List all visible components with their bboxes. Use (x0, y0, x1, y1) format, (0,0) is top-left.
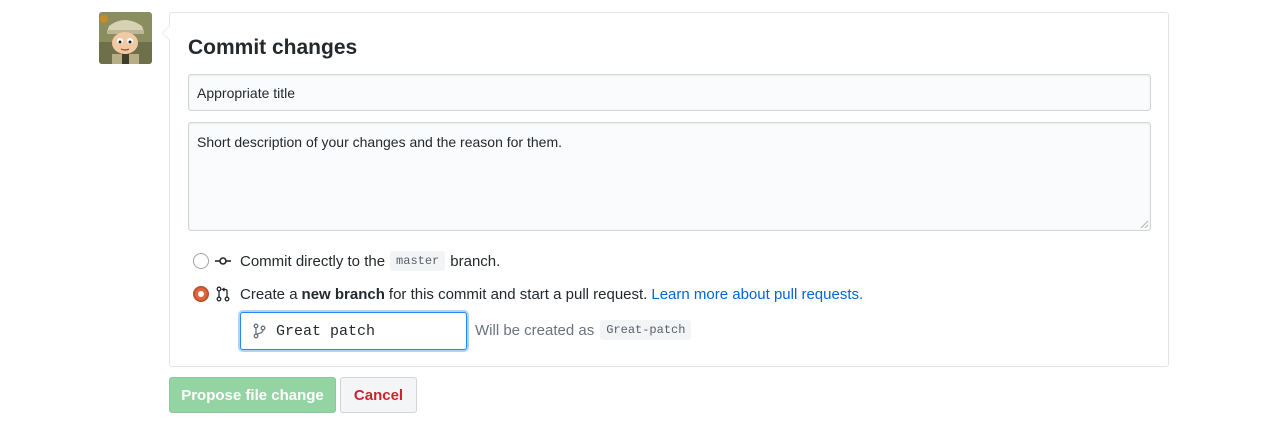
propose-file-change-button[interactable]: Propose file change (169, 377, 336, 413)
cancel-button[interactable]: Cancel (340, 377, 417, 413)
new-branch-option[interactable]: Create a new branch for this commit and … (193, 283, 863, 305)
created-as-label: Will be created as (475, 321, 595, 339)
git-pull-request-icon (216, 286, 230, 302)
commit-title-input[interactable] (188, 74, 1151, 111)
commit-direct-prefix: Commit directly to the (240, 252, 386, 270)
master-branch-label: master (390, 251, 446, 271)
created-as-branch: Great-patch (600, 320, 692, 340)
git-commit-icon (215, 257, 231, 265)
avatar[interactable] (99, 12, 152, 64)
new-branch-suffix: for this commit and start a pull request… (388, 285, 648, 303)
learn-more-link[interactable]: Learn more about pull requests. (651, 286, 863, 303)
commit-heading: Commit changes (188, 36, 358, 59)
commit-direct-suffix: branch. (450, 252, 501, 270)
commit-description-textarea[interactable]: Short description of your changes and th… (188, 122, 1151, 231)
git-branch-icon (253, 323, 266, 339)
branch-name-field[interactable] (240, 312, 467, 350)
commit-direct-radio[interactable] (193, 253, 209, 269)
commit-direct-option[interactable]: Commit directly to the master branch. (193, 250, 500, 272)
new-branch-prefix: Create a (240, 285, 298, 303)
branch-name-input[interactable] (276, 322, 446, 340)
commit-form-panel: Commit changes Short description of your… (162, 12, 1169, 367)
created-as-note: Will be created as Great-patch (475, 318, 696, 342)
new-branch-bold: new branch (301, 285, 385, 303)
new-branch-radio[interactable] (193, 286, 209, 302)
resize-grip-icon[interactable] (1140, 220, 1149, 229)
